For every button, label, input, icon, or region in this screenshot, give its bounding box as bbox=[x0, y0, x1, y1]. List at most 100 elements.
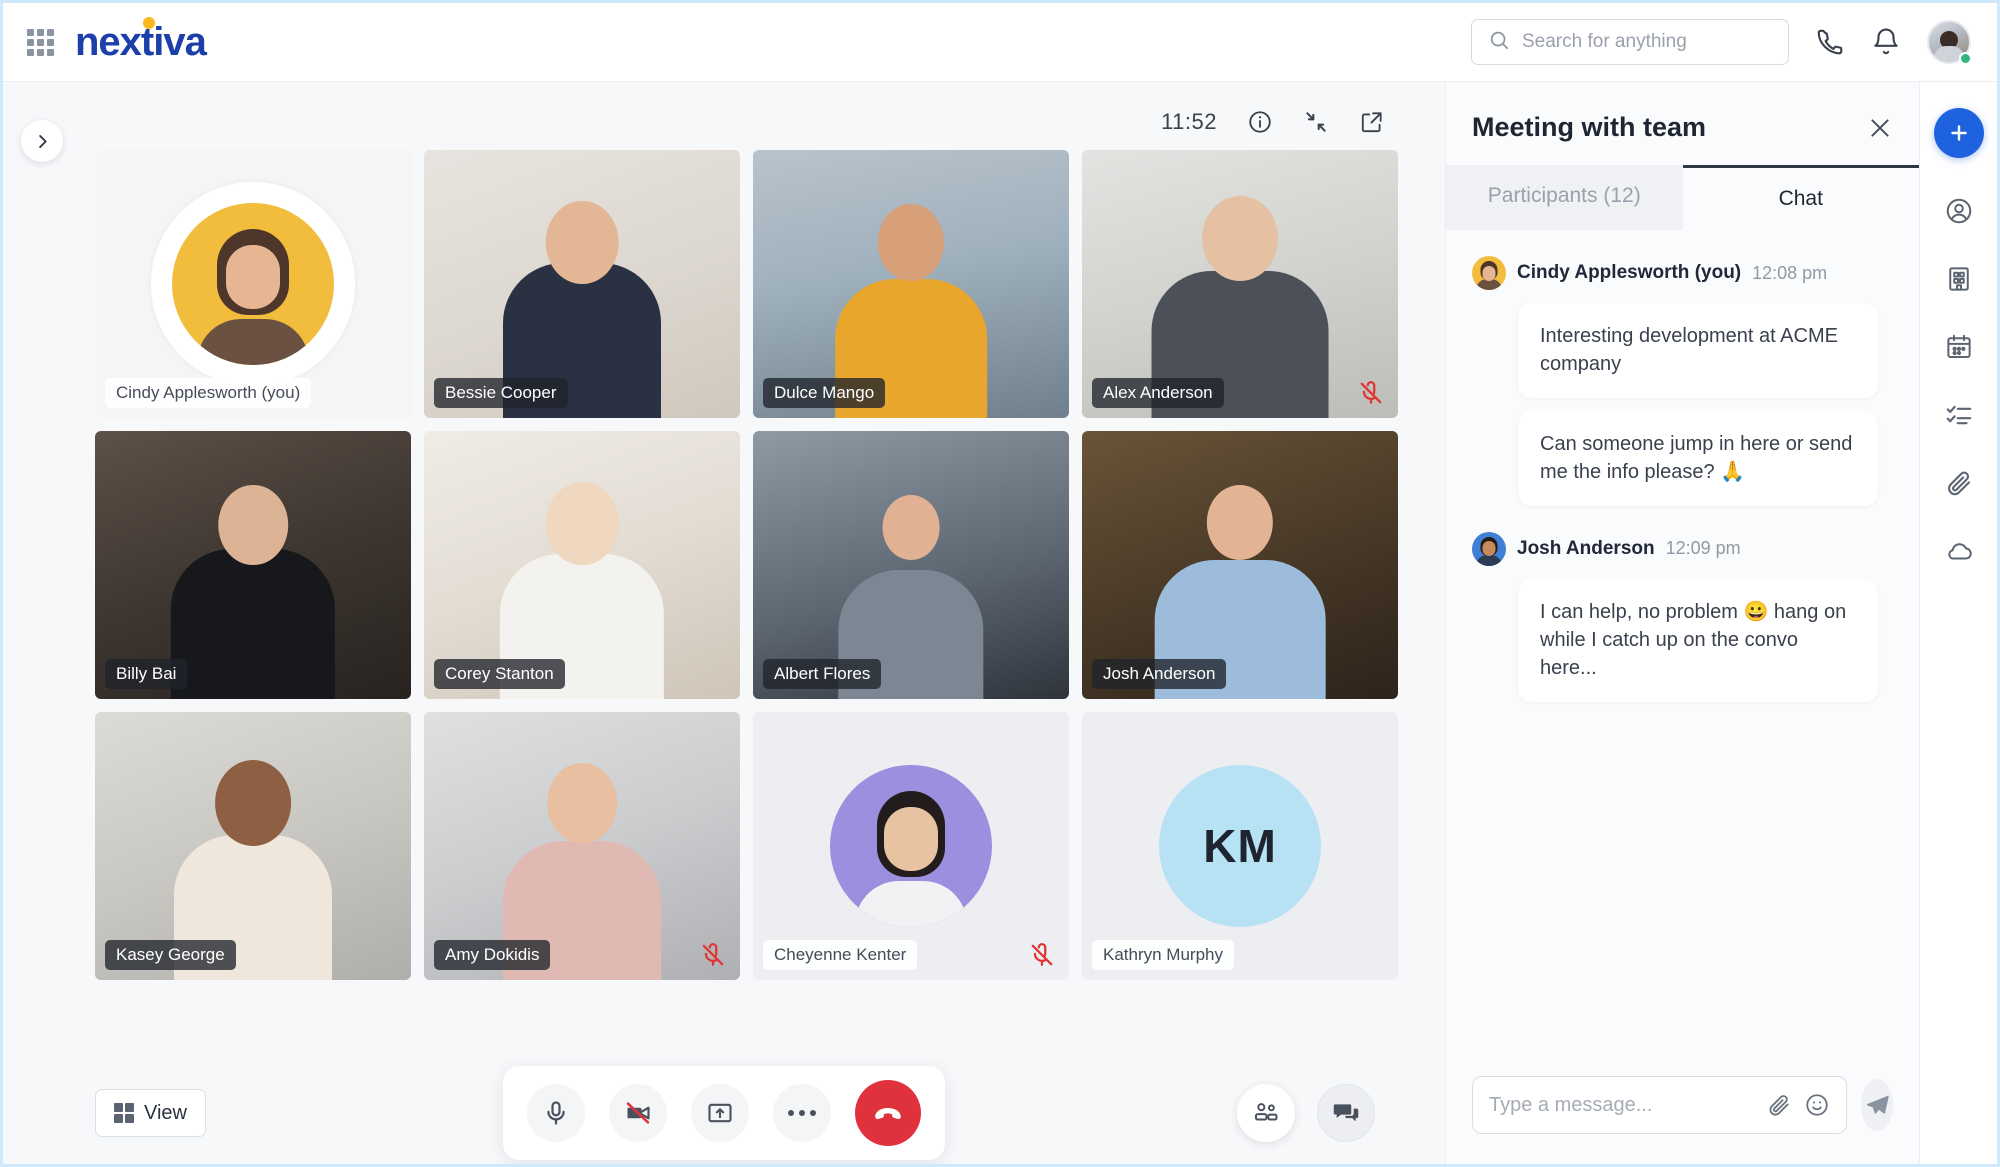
call-control-bar bbox=[503, 1066, 945, 1160]
video-tile[interactable]: Kasey George bbox=[95, 712, 411, 980]
video-tile[interactable]: Cheyenne Kenter bbox=[753, 712, 1069, 980]
message-author: Josh Anderson bbox=[1517, 537, 1655, 559]
tab-chat[interactable]: Chat bbox=[1682, 165, 1919, 230]
message-bubble: I can help, no problem 😀 hang on while I… bbox=[1518, 578, 1878, 702]
avatar bbox=[830, 765, 992, 927]
stage-header: 11:52 bbox=[3, 82, 1445, 148]
right-app-rail bbox=[1919, 82, 1997, 1164]
participant-name: Billy Bai bbox=[105, 659, 188, 689]
info-circle-icon[interactable] bbox=[1247, 109, 1273, 135]
contacts-icon[interactable] bbox=[1944, 196, 1974, 226]
muted-mic-icon bbox=[700, 942, 726, 968]
expand-sidebar-button[interactable] bbox=[21, 120, 63, 162]
speaking-halo bbox=[151, 182, 355, 386]
avatar bbox=[1472, 256, 1506, 290]
close-icon[interactable] bbox=[1867, 115, 1893, 141]
message-time: 12:09 pm bbox=[1665, 538, 1741, 559]
building-icon[interactable] bbox=[1944, 264, 1974, 294]
meeting-stage: 11:52 Cindy Applesworth (you) Bessie Coo… bbox=[3, 82, 1445, 1164]
video-tile[interactable]: Bessie Cooper bbox=[424, 150, 740, 418]
muted-mic-icon bbox=[1029, 942, 1055, 968]
calendar-icon[interactable] bbox=[1944, 332, 1974, 362]
microphone-icon[interactable] bbox=[527, 1084, 585, 1142]
message-bubble: Can someone jump in here or send me the … bbox=[1518, 410, 1878, 506]
logo-text: nextiva bbox=[75, 19, 207, 64]
message-input[interactable] bbox=[1489, 1093, 1754, 1117]
participants-icon[interactable] bbox=[1237, 1084, 1295, 1142]
participant-name: Albert Flores bbox=[763, 659, 882, 689]
attachments-icon[interactable] bbox=[1944, 468, 1974, 498]
chat-composer bbox=[1446, 1056, 1919, 1164]
tasks-list-icon[interactable] bbox=[1944, 400, 1974, 430]
nextiva-logo[interactable]: nextiva bbox=[75, 16, 207, 65]
camera-off-icon[interactable] bbox=[609, 1084, 667, 1142]
view-button-label: View bbox=[144, 1101, 187, 1124]
stage-right-controls bbox=[1237, 1084, 1375, 1142]
video-tile[interactable]: Billy Bai bbox=[95, 431, 411, 699]
top-bar-right-actions bbox=[1471, 19, 1997, 65]
minimize-diagonal-icon[interactable] bbox=[1303, 109, 1329, 135]
phone-icon[interactable] bbox=[1815, 27, 1845, 57]
participant-name: Dulce Mango bbox=[763, 378, 886, 408]
participant-name: Josh Anderson bbox=[1092, 659, 1227, 689]
meeting-side-panel: Meeting with team Participants (12) Chat… bbox=[1445, 82, 1919, 1164]
participant-name: Cheyenne Kenter bbox=[763, 940, 918, 970]
video-tile[interactable]: Amy Dokidis bbox=[424, 712, 740, 980]
bell-notification-icon[interactable] bbox=[1871, 27, 1901, 57]
meeting-timer: 11:52 bbox=[1161, 109, 1217, 134]
avatar-initials-text: KM bbox=[1203, 820, 1277, 872]
chat-message-list: Cindy Applesworth (you) 12:08 pm Interes… bbox=[1446, 230, 1919, 1056]
chat-bubbles-icon[interactable] bbox=[1317, 1084, 1375, 1142]
more-options-icon[interactable] bbox=[773, 1084, 831, 1142]
message-input-wrapper[interactable] bbox=[1472, 1076, 1847, 1134]
participant-name: Alex Anderson bbox=[1092, 378, 1224, 408]
avatar-initials: KM bbox=[1159, 765, 1321, 927]
plus-icon[interactable] bbox=[1933, 108, 1984, 158]
panel-header: Meeting with team bbox=[1446, 82, 1919, 165]
grid-view-icon bbox=[114, 1103, 134, 1123]
video-tile[interactable]: Alex Anderson bbox=[1082, 150, 1398, 418]
participant-name: Kathryn Murphy bbox=[1092, 940, 1234, 970]
search-icon bbox=[1488, 29, 1510, 56]
participant-name: Kasey George bbox=[105, 940, 236, 970]
panel-tabs: Participants (12) Chat bbox=[1446, 165, 1919, 230]
video-tile[interactable]: Dulce Mango bbox=[753, 150, 1069, 418]
open-external-icon[interactable] bbox=[1359, 109, 1385, 135]
video-tile[interactable]: Corey Stanton bbox=[424, 431, 740, 699]
chat-message-group: Josh Anderson 12:09 pm I can help, no pr… bbox=[1472, 531, 1893, 702]
message-time: 12:08 pm bbox=[1752, 262, 1828, 283]
cloud-icon[interactable] bbox=[1944, 536, 1974, 566]
tab-participants[interactable]: Participants (12) bbox=[1446, 165, 1683, 230]
video-tile[interactable]: KM Kathryn Murphy bbox=[1082, 712, 1398, 980]
video-tile[interactable]: Cindy Applesworth (you) bbox=[95, 150, 411, 418]
message-bubble: Interesting development at ACME company bbox=[1518, 303, 1878, 398]
video-tile[interactable]: Albert Flores bbox=[753, 431, 1069, 699]
user-avatar[interactable] bbox=[1927, 20, 1972, 65]
participant-name: Amy Dokidis bbox=[434, 940, 551, 970]
emoji-smiley-icon[interactable] bbox=[1804, 1092, 1830, 1118]
global-search[interactable] bbox=[1471, 19, 1789, 65]
panel-title: Meeting with team bbox=[1472, 112, 1707, 142]
paperclip-icon[interactable] bbox=[1766, 1092, 1792, 1118]
meeting-controls-row: View bbox=[3, 1066, 1445, 1160]
top-navigation-bar: nextiva bbox=[3, 3, 1997, 82]
muted-mic-icon bbox=[1358, 380, 1384, 406]
view-button[interactable]: View bbox=[95, 1089, 206, 1137]
participant-name: Corey Stanton bbox=[434, 659, 565, 689]
main-body: 11:52 Cindy Applesworth (you) Bessie Coo… bbox=[3, 82, 1997, 1164]
avatar bbox=[1472, 531, 1506, 566]
nextiva-meeting-app: nextiva Search for anything 11:52 Cindy … bbox=[0, 0, 2000, 1167]
grid-apps-icon[interactable] bbox=[23, 25, 57, 59]
participant-name: Bessie Cooper bbox=[434, 378, 568, 408]
video-grid: Cindy Applesworth (you) Bessie Cooper Du… bbox=[95, 150, 1398, 980]
video-tile[interactable]: Josh Anderson bbox=[1082, 431, 1398, 699]
participant-name: Cindy Applesworth (you) bbox=[105, 378, 312, 408]
avatar bbox=[172, 203, 334, 365]
share-screen-icon[interactable] bbox=[691, 1084, 749, 1142]
presence-online-indicator bbox=[1959, 52, 1972, 65]
end-call-button[interactable] bbox=[855, 1080, 921, 1146]
message-header: Cindy Applesworth (you) 12:08 pm bbox=[1472, 256, 1893, 290]
search-input[interactable] bbox=[1522, 31, 1772, 53]
logo-dot-icon bbox=[143, 16, 155, 29]
send-paper-plane-icon[interactable] bbox=[1861, 1079, 1893, 1131]
